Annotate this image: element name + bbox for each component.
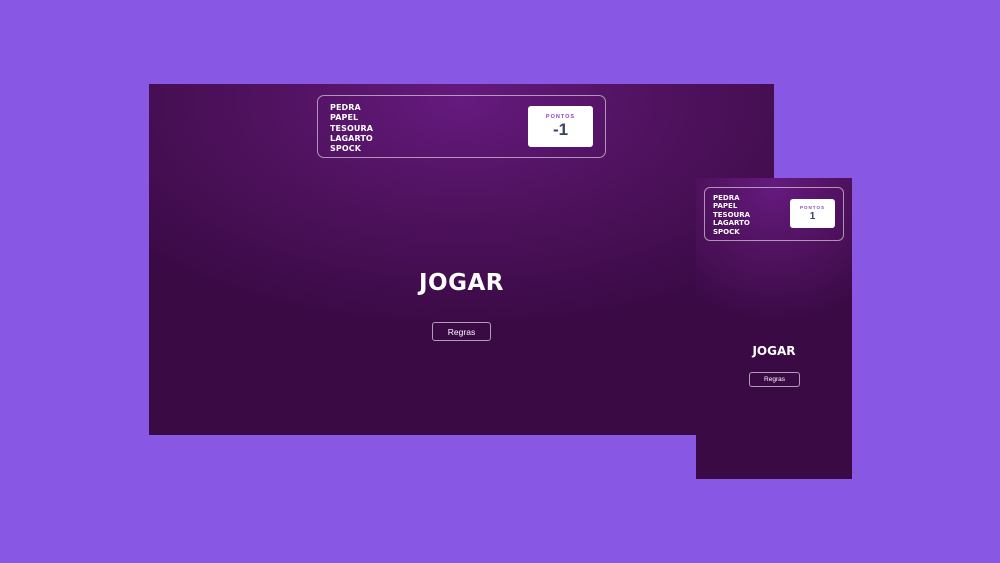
title-line: PAPEL	[330, 113, 359, 123]
title-line: TESOURA	[713, 210, 751, 219]
title-line: LAGARTO	[330, 133, 373, 143]
score-value: 1	[809, 211, 816, 222]
score-box: PONTOS 1	[790, 199, 835, 228]
title-line: LAGARTO	[713, 219, 750, 228]
title-line: PEDRA	[330, 103, 361, 112]
score-label: PONTOS	[800, 205, 825, 210]
game-title: PEDRA PAPEL TESOURA LAGARTO SPOCK	[713, 194, 750, 236]
play-heading[interactable]: JOGAR	[696, 344, 852, 358]
title-line: SPOCK	[330, 144, 361, 154]
game-title: PEDRA PAPEL TESOURA LAGARTO SPOCK	[330, 103, 373, 154]
title-line: SPOCK	[713, 227, 740, 236]
desktop-view: PEDRA PAPEL TESOURA LAGARTO SPOCK PONTOS…	[149, 84, 774, 435]
title-line: TESOURA	[330, 123, 374, 133]
rules-button[interactable]: Regras	[432, 322, 491, 341]
scoreboard-header: PEDRA PAPEL TESOURA LAGARTO SPOCK PONTOS…	[704, 187, 844, 241]
score-value: -1	[552, 120, 569, 139]
scoreboard-header: PEDRA PAPEL TESOURA LAGARTO SPOCK PONTOS…	[317, 95, 606, 158]
showcase-stage: PEDRA PAPEL TESOURA LAGARTO SPOCK PONTOS…	[0, 0, 1000, 563]
mobile-view: PEDRA PAPEL TESOURA LAGARTO SPOCK PONTOS…	[696, 178, 852, 479]
play-heading[interactable]: JOGAR	[149, 270, 774, 296]
title-line: PAPEL	[713, 202, 738, 211]
score-box: PONTOS -1	[528, 106, 593, 147]
title-line: PEDRA	[713, 194, 740, 202]
rules-button[interactable]: Regras	[749, 372, 800, 387]
